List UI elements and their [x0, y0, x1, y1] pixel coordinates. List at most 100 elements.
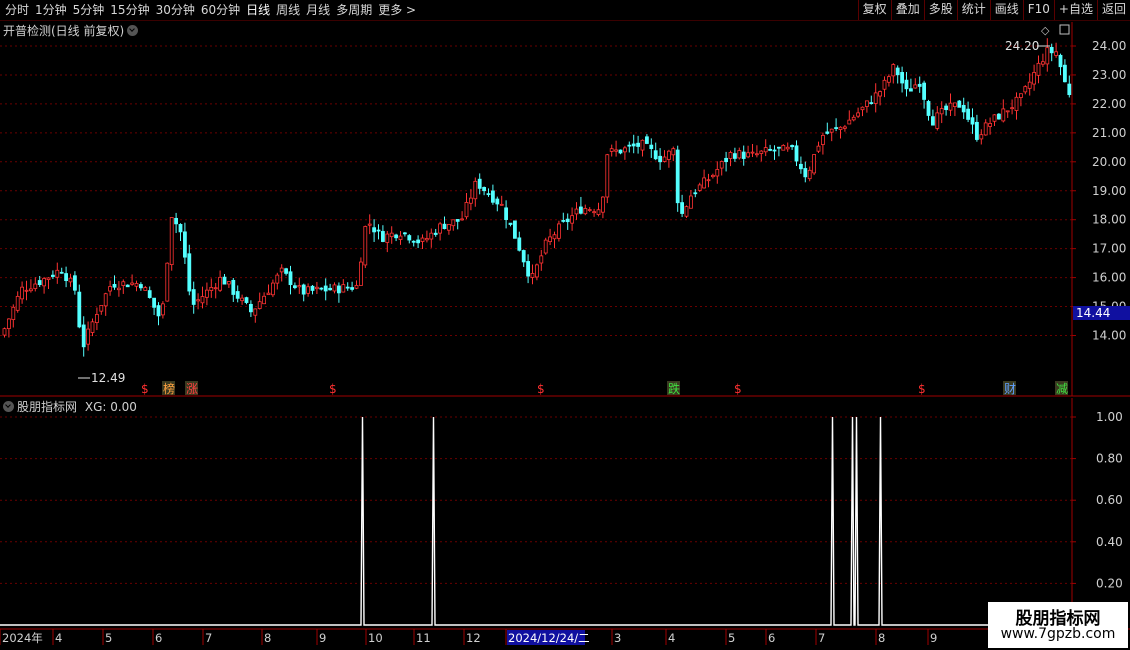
- candle-body: [1049, 46, 1054, 54]
- candle-body: [785, 146, 790, 150]
- candle-body: [939, 108, 944, 115]
- candle-body: [165, 262, 170, 302]
- candle-body: [649, 144, 654, 150]
- stock-chart[interactable]: 24.00 23.00 22.00 21.00 20.00 19.00 18.00 17.00…: [0, 0, 1130, 650]
- candle-body: [548, 236, 552, 243]
- candle-body: [882, 79, 887, 90]
- candle-body: [957, 100, 962, 108]
- candle-body: [130, 282, 135, 285]
- candle-body: [834, 127, 838, 129]
- candle-body: [891, 64, 896, 77]
- candle-body: [583, 208, 588, 215]
- candle-body: [587, 209, 592, 211]
- candle-body: [372, 227, 377, 233]
- candle-body: [429, 232, 434, 240]
- candle-body: [530, 273, 535, 278]
- candle-body: [257, 301, 262, 309]
- candle-body: [218, 276, 223, 291]
- candle-body: [750, 151, 755, 154]
- candle-body: [1045, 47, 1050, 65]
- candle-body: [7, 318, 11, 330]
- candle-body: [394, 234, 399, 239]
- indicator-axis-label: 1.00: [1096, 410, 1123, 424]
- price-axis-label: 23.00: [1092, 68, 1126, 82]
- candle-body: [328, 287, 333, 291]
- price-axis-label: 16.00: [1092, 271, 1126, 285]
- candle-body: [86, 328, 90, 345]
- candle-body: [464, 202, 469, 218]
- candle-body: [508, 222, 513, 225]
- candle-body: [1036, 62, 1041, 76]
- candle-body: [860, 106, 865, 111]
- candle-body: [922, 82, 926, 100]
- time-axis-label: 5: [728, 631, 735, 645]
- candle-body: [979, 134, 984, 140]
- price-axis-label: 19.00: [1092, 184, 1126, 198]
- candle-body: [812, 154, 816, 174]
- candle-body: [653, 150, 658, 160]
- candle-body: [468, 197, 473, 204]
- candle-body: [477, 178, 482, 189]
- candle-body: [240, 297, 245, 302]
- candle-body: [90, 321, 95, 333]
- xg-signal-line: [0, 416, 1070, 626]
- candle-body: [807, 169, 812, 180]
- candle-body: [706, 179, 711, 182]
- candle-body: [33, 283, 38, 289]
- candle-body: [1023, 86, 1028, 93]
- price-axis-label: 21.00: [1092, 126, 1126, 140]
- candle-body: [539, 255, 544, 264]
- candle-body: [1027, 81, 1032, 89]
- candle-body: [187, 253, 192, 292]
- candle-body: [948, 102, 953, 111]
- candle-body: [438, 223, 443, 234]
- candle-body: [451, 219, 456, 227]
- candle-body: [1032, 72, 1036, 85]
- candle-body: [631, 143, 636, 147]
- candle-body: [354, 285, 359, 289]
- price-axis-label: 22.00: [1092, 97, 1126, 111]
- time-axis-label: 9: [319, 631, 326, 645]
- candle-body: [592, 211, 596, 214]
- candle-body: [292, 285, 297, 289]
- candle-body: [662, 156, 667, 162]
- candle-body: [570, 215, 574, 224]
- candle-body: [266, 292, 271, 296]
- candle-body: [658, 155, 662, 163]
- candle-body: [95, 314, 99, 323]
- candle-body: [284, 268, 289, 274]
- event-marker: $: [918, 382, 926, 396]
- candle-body: [724, 157, 728, 163]
- candle-body: [794, 145, 799, 162]
- candle-body: [455, 219, 460, 222]
- event-marker: 财: [1004, 382, 1016, 396]
- candle-body: [777, 146, 781, 149]
- indicator-axis-label: 0.60: [1096, 493, 1123, 507]
- candle-body: [350, 287, 355, 290]
- candle-body: [1001, 108, 1006, 122]
- candle-body: [103, 293, 108, 307]
- candle-body: [99, 305, 104, 312]
- candle-body: [579, 206, 583, 214]
- candle-body: [231, 279, 236, 295]
- candle-body: [983, 122, 988, 136]
- candle-body: [108, 286, 112, 292]
- candle-body: [737, 150, 742, 159]
- candle-body: [319, 287, 324, 290]
- event-marker: 跌: [668, 381, 680, 396]
- candle-body: [380, 231, 385, 242]
- candle-body: [675, 149, 680, 204]
- candle-body: [609, 148, 614, 152]
- candle-body: [873, 92, 878, 104]
- price-axis-label: 18.00: [1092, 213, 1126, 227]
- candle-body: [209, 287, 214, 291]
- candle-body: [768, 148, 772, 151]
- candle-body: [895, 67, 900, 76]
- price-axis-label: 14.00: [1092, 329, 1126, 343]
- time-axis-label: 5: [105, 631, 112, 645]
- candle-body: [741, 151, 746, 159]
- candle-body: [931, 116, 935, 126]
- candle-body: [953, 102, 957, 107]
- window-toggle-icon: [1059, 24, 1070, 35]
- candle-body: [358, 261, 363, 286]
